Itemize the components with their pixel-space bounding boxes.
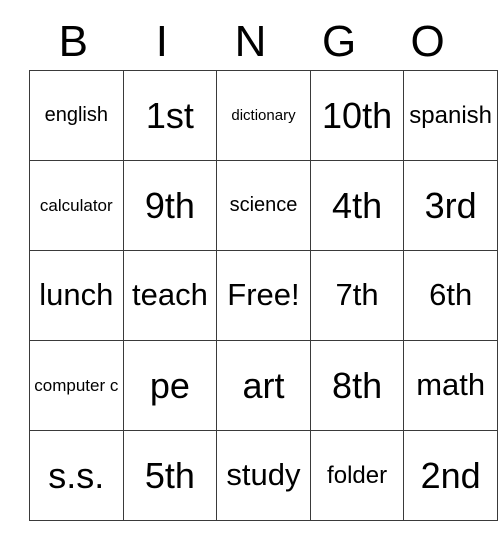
- bingo-header-row: B I N G O: [29, 14, 472, 70]
- bingo-cell[interactable]: 3rd: [403, 160, 498, 251]
- header-letter-i: I: [155, 17, 168, 66]
- bingo-cell[interactable]: math: [403, 340, 498, 431]
- bingo-cell-label: math: [416, 367, 486, 403]
- bingo-cell[interactable]: spanish: [403, 70, 498, 161]
- bingo-cell[interactable]: folder: [309, 430, 405, 521]
- bingo-row: computer c pe art 8th math: [29, 340, 498, 431]
- bingo-cell[interactable]: 1st: [122, 70, 218, 161]
- bingo-cell-label: 10th: [322, 94, 393, 136]
- bingo-card: B I N G O english 1st dictionary 10th sp…: [29, 14, 498, 521]
- bingo-cell-label: spanish: [409, 101, 493, 129]
- bingo-row: lunch teach Free! 7th 6th: [29, 250, 498, 341]
- bingo-cell-label: teach: [131, 277, 208, 313]
- bingo-cell[interactable]: calculator: [29, 160, 124, 251]
- bingo-cell-free[interactable]: Free!: [216, 250, 311, 341]
- bingo-cell[interactable]: 2nd: [403, 430, 498, 521]
- bingo-row: calculator 9th science 4th 3rd: [29, 160, 498, 251]
- bingo-cell-label: english: [44, 104, 108, 126]
- header-letter-n: N: [234, 17, 267, 66]
- bingo-cell[interactable]: english: [29, 70, 124, 161]
- bingo-cell[interactable]: study: [216, 430, 311, 521]
- bingo-cell-label: 4th: [332, 184, 383, 226]
- bingo-cell-label-free: Free!: [227, 277, 300, 313]
- bingo-cell[interactable]: science: [216, 160, 311, 251]
- header-letter-g: G: [321, 17, 357, 66]
- bingo-cell-label: art: [242, 364, 285, 406]
- bingo-row: english 1st dictionary 10th spanish: [29, 70, 498, 161]
- bingo-row: s.s. 5th study folder 2nd: [29, 430, 498, 521]
- bingo-cell-label: calculator: [39, 195, 113, 215]
- bingo-cell[interactable]: 5th: [122, 430, 218, 521]
- bingo-cell[interactable]: pe: [122, 340, 218, 431]
- bingo-cell-label: 3rd: [424, 184, 477, 226]
- bingo-cell[interactable]: computer c: [29, 340, 124, 431]
- bingo-cell-label: 6th: [429, 277, 473, 313]
- bingo-cell-label: dictionary: [231, 106, 296, 124]
- bingo-cell-label: s.s.: [48, 454, 105, 496]
- bingo-cell[interactable]: 7th: [309, 250, 405, 341]
- bingo-cell[interactable]: 8th: [309, 340, 405, 431]
- bingo-cell-label: 9th: [144, 184, 195, 226]
- bingo-cell[interactable]: 6th: [403, 250, 498, 341]
- bingo-cell-label: 8th: [332, 364, 383, 406]
- bingo-cell-label: pe: [149, 364, 190, 406]
- bingo-cell-label: study: [226, 457, 301, 493]
- header-letter-o: O: [410, 17, 445, 66]
- bingo-cell-label: science: [229, 194, 298, 216]
- bingo-cell-label: 2nd: [420, 454, 481, 496]
- bingo-cell-label: computer c: [34, 375, 119, 395]
- bingo-cell-label: lunch: [39, 277, 114, 313]
- bingo-cell[interactable]: 9th: [122, 160, 218, 251]
- bingo-cell-label: folder: [327, 461, 388, 489]
- bingo-cell-label: 1st: [145, 94, 194, 136]
- bingo-grid: english 1st dictionary 10th spanish calc…: [29, 70, 498, 521]
- bingo-cell[interactable]: teach: [122, 250, 218, 341]
- header-letter-b: B: [58, 17, 88, 66]
- bingo-cell[interactable]: lunch: [29, 250, 124, 341]
- bingo-cell[interactable]: dictionary: [216, 70, 311, 161]
- bingo-cell-label: 5th: [144, 454, 195, 496]
- bingo-cell[interactable]: 10th: [309, 70, 405, 161]
- bingo-cell[interactable]: s.s.: [29, 430, 124, 521]
- bingo-cell-label: 7th: [335, 277, 379, 313]
- bingo-cell[interactable]: 4th: [309, 160, 405, 251]
- bingo-cell[interactable]: art: [216, 340, 311, 431]
